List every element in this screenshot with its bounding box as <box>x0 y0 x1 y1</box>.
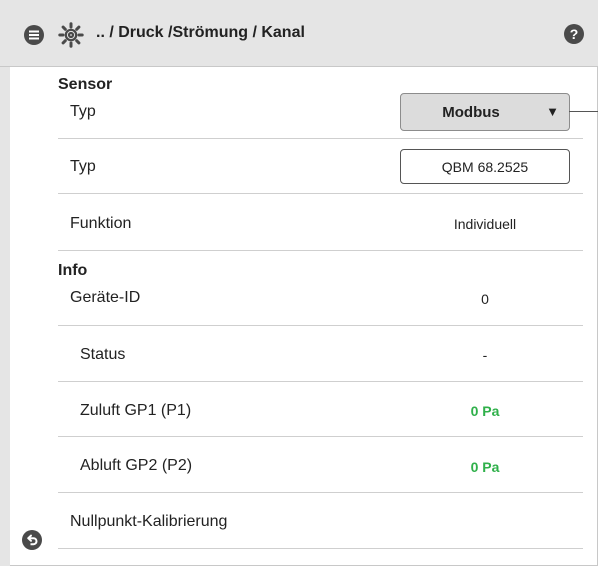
device-id-value: 0 <box>481 291 489 307</box>
row-divider <box>58 250 583 251</box>
row-divider <box>58 193 583 194</box>
breadcrumb: .. / Druck /Strömung / Kanal <box>96 24 305 41</box>
function-value: Individuell <box>453 216 517 232</box>
row-divider <box>58 492 583 493</box>
section-title-info: Info <box>58 262 88 279</box>
section-title-sensor: Sensor <box>58 76 113 93</box>
chevron-down-icon: ▼ <box>546 104 559 119</box>
help-icon[interactable]: ? <box>564 24 584 44</box>
row-divider <box>58 325 583 326</box>
back-icon[interactable] <box>22 530 42 550</box>
exhaust-air-gp2-label: Abluft GP2 (P2) <box>80 457 193 474</box>
status-value: - <box>482 347 488 363</box>
header-bar: .. / Druck /Strömung / Kanal ? <box>0 0 598 67</box>
connector-line <box>569 111 598 112</box>
sensor-type-dropdown-value: Modbus <box>442 104 500 121</box>
sensor-type-label: Typ <box>70 103 96 120</box>
exhaust-air-gp2-value: 0 Pa <box>470 459 500 475</box>
supply-air-gp1-value: 0 Pa <box>470 403 500 419</box>
zero-calibration-link[interactable]: Nullpunkt-Kalibrierung <box>70 513 227 531</box>
sensor-model-input[interactable] <box>400 149 570 184</box>
row-divider <box>58 381 583 382</box>
row-divider <box>58 138 583 139</box>
left-sidebar-strip <box>0 67 10 566</box>
menu-icon[interactable] <box>24 25 44 45</box>
status-label: Status <box>80 346 126 363</box>
row-divider <box>58 436 583 437</box>
row-divider <box>58 548 583 549</box>
sensor-model-label: Typ <box>70 158 96 175</box>
function-label: Funktion <box>70 215 132 232</box>
supply-air-gp1-label: Zuluft GP1 (P1) <box>80 402 192 419</box>
sensor-type-dropdown[interactable]: Modbus ▼ <box>400 93 570 131</box>
device-id-label: Geräte-ID <box>70 289 141 306</box>
gear-icon[interactable] <box>58 22 84 48</box>
